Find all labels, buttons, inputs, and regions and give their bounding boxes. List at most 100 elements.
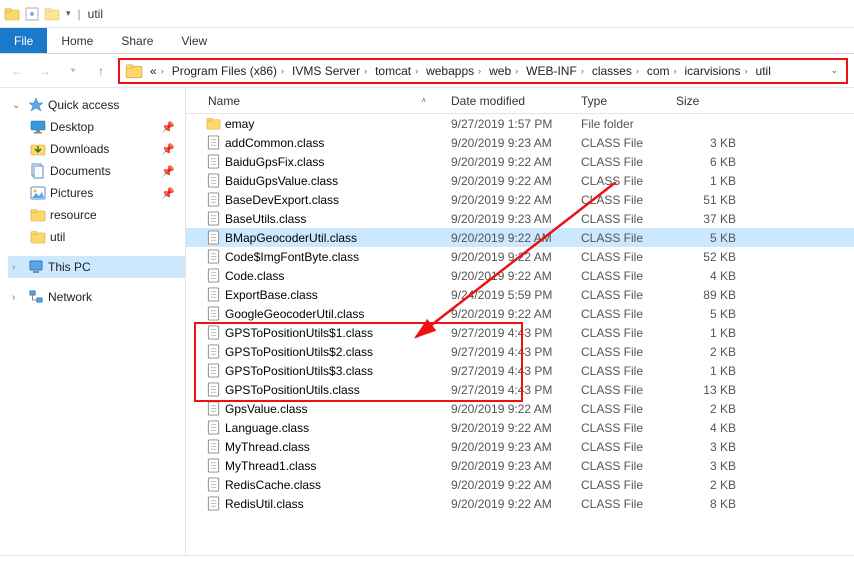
file-name: Code.class [225,269,284,283]
file-type: CLASS File [571,497,666,511]
desktop-icon [30,119,46,135]
tree-pictures[interactable]: Pictures📌 [26,182,185,204]
tab-share[interactable]: Share [107,28,167,53]
expand-icon[interactable]: › [12,292,24,303]
file-row[interactable]: GPSToPositionUtils$3.class9/27/2019 4:43… [186,361,854,380]
tree-this-pc[interactable]: › This PC [8,256,185,278]
breadcrumb-item[interactable]: web› [485,60,522,82]
file-date: 9/20/2019 9:23 AM [441,212,571,226]
file-row[interactable]: MyThread1.class9/20/2019 9:23 AMCLASS Fi… [186,456,854,475]
nav-forward-button[interactable]: → [34,60,56,82]
file-icon [206,344,221,359]
breadcrumb-item[interactable]: IVMS Server› [288,60,371,82]
qat-dropdown-icon[interactable]: ▾ [66,8,71,19]
breadcrumb-item[interactable]: WEB-INF› [522,60,588,82]
file-date: 9/27/2019 4:43 PM [441,326,571,340]
file-size: 3 KB [666,459,746,473]
file-type: CLASS File [571,383,666,397]
file-size: 3 KB [666,440,746,454]
ribbon-tabs: File Home Share View [0,28,854,54]
nav-up-button[interactable]: ↑ [90,60,112,82]
pin-icon: 📌 [161,165,181,178]
file-row[interactable]: GPSToPositionUtils$1.class 9/27/2019 4:43… [186,323,854,342]
file-row[interactable]: Language.class9/20/2019 9:22 AMCLASS Fil… [186,418,854,437]
status-bar [0,555,854,577]
col-size[interactable]: Size [666,88,746,113]
file-type: CLASS File [571,402,666,416]
file-type: CLASS File [571,231,666,245]
file-row[interactable]: GPSToPositionUtils.class9/27/2019 4:43 P… [186,380,854,399]
file-row[interactable]: GpsValue.class9/20/2019 9:22 AMCLASS Fil… [186,399,854,418]
breadcrumb-item[interactable]: util [752,60,775,82]
file-row[interactable]: BaiduGpsFix.class9/20/2019 9:22 AMCLASS … [186,152,854,171]
folder-icon [30,229,46,245]
tree-network[interactable]: › Network [8,286,185,308]
file-row[interactable]: BMapGeocoderUtil.class9/20/2019 9:22 AMC… [186,228,854,247]
file-row[interactable]: MyThread.class9/20/2019 9:23 AMCLASS Fil… [186,437,854,456]
file-name: ExportBase.class [225,288,318,302]
file-row[interactable]: RedisUtil.class9/20/2019 9:22 AMCLASS Fi… [186,494,854,513]
breadcrumb-item[interactable]: Program Files (x86)› [168,60,288,82]
file-row[interactable]: addCommon.class9/20/2019 9:23 AMCLASS Fi… [186,133,854,152]
file-name: RedisUtil.class [225,497,304,511]
qat-properties-icon[interactable] [24,6,40,22]
nav-recent-dropdown[interactable]: ▾ [62,60,84,82]
file-row[interactable]: emay9/27/2019 1:57 PMFile folder [186,114,854,133]
address-bar[interactable]: «› Program Files (x86)› IVMS Server› tom… [118,58,848,84]
expand-icon[interactable]: ⌄ [12,100,24,111]
tab-home[interactable]: Home [47,28,107,53]
pictures-icon [30,185,46,201]
nav-back-button[interactable]: ← [6,60,28,82]
tree-downloads[interactable]: Downloads📌 [26,138,185,160]
file-size: 89 KB [666,288,746,302]
col-name[interactable]: Name˄ [186,88,441,113]
tree-quick-access[interactable]: ⌄ Quick access [8,94,185,116]
file-row[interactable]: GoogleGeocoderUtil.class9/20/2019 9:22 A… [186,304,854,323]
file-row[interactable]: BaseDevExport.class9/20/2019 9:22 AMCLAS… [186,190,854,209]
tree-documents[interactable]: Documents📌 [26,160,185,182]
file-date: 9/20/2019 9:22 AM [441,231,571,245]
file-row[interactable]: RedisCache.class9/20/2019 9:22 AMCLASS F… [186,475,854,494]
file-name: MyThread1.class [225,459,316,473]
file-size: 8 KB [666,497,746,511]
file-row[interactable]: ExportBase.class9/24/2019 5:59 PMCLASS F… [186,285,854,304]
tab-file[interactable]: File [0,28,47,53]
sort-asc-icon: ˄ [421,96,426,105]
file-type: CLASS File [571,345,666,359]
file-row[interactable]: BaiduGpsValue.class9/20/2019 9:22 AMCLAS… [186,171,854,190]
file-size: 2 KB [666,345,746,359]
breadcrumb-item[interactable]: com› [643,60,681,82]
tab-view[interactable]: View [167,28,221,53]
expand-icon[interactable]: › [12,262,24,273]
file-row[interactable]: BaseUtils.class9/20/2019 9:23 AMCLASS Fi… [186,209,854,228]
breadcrumb-item[interactable]: webapps› [422,60,485,82]
file-size: 52 KB [666,250,746,264]
breadcrumb-overflow[interactable]: «› [146,60,168,82]
col-type[interactable]: Type [571,88,666,113]
tree-resource[interactable]: resource [26,204,185,226]
address-dropdown-icon[interactable]: ⌄ [824,65,844,76]
title-separator: | [78,7,81,21]
tree-util[interactable]: util [26,226,185,248]
qat-newfolder-icon[interactable] [44,6,60,22]
tree-desktop[interactable]: Desktop📌 [26,116,185,138]
file-icon [206,325,221,340]
file-icon [206,439,221,454]
file-row[interactable]: GPSToPositionUtils$2.class9/27/2019 4:43… [186,342,854,361]
network-icon [28,289,44,305]
col-date[interactable]: Date modified [441,88,571,113]
breadcrumb-item[interactable]: classes› [588,60,643,82]
breadcrumb-item[interactable]: tomcat› [371,60,422,82]
file-date: 9/20/2019 9:22 AM [441,155,571,169]
pin-icon: 📌 [161,187,181,200]
file-type: CLASS File [571,421,666,435]
file-name: GPSToPositionUtils$1.class [225,326,373,340]
file-name: GPSToPositionUtils$2.class [225,345,373,359]
file-list: Name˄ Date modified Type Size emay9/27/2… [186,88,854,555]
file-name: GoogleGeocoderUtil.class [225,307,364,321]
file-name: BaiduGpsValue.class [225,174,338,188]
breadcrumb-item[interactable]: icarvisions› [681,60,752,82]
file-type: CLASS File [571,250,666,264]
file-row[interactable]: Code$ImgFontByte.class9/20/2019 9:22 AMC… [186,247,854,266]
file-row[interactable]: Code.class9/20/2019 9:22 AMCLASS File4 K… [186,266,854,285]
